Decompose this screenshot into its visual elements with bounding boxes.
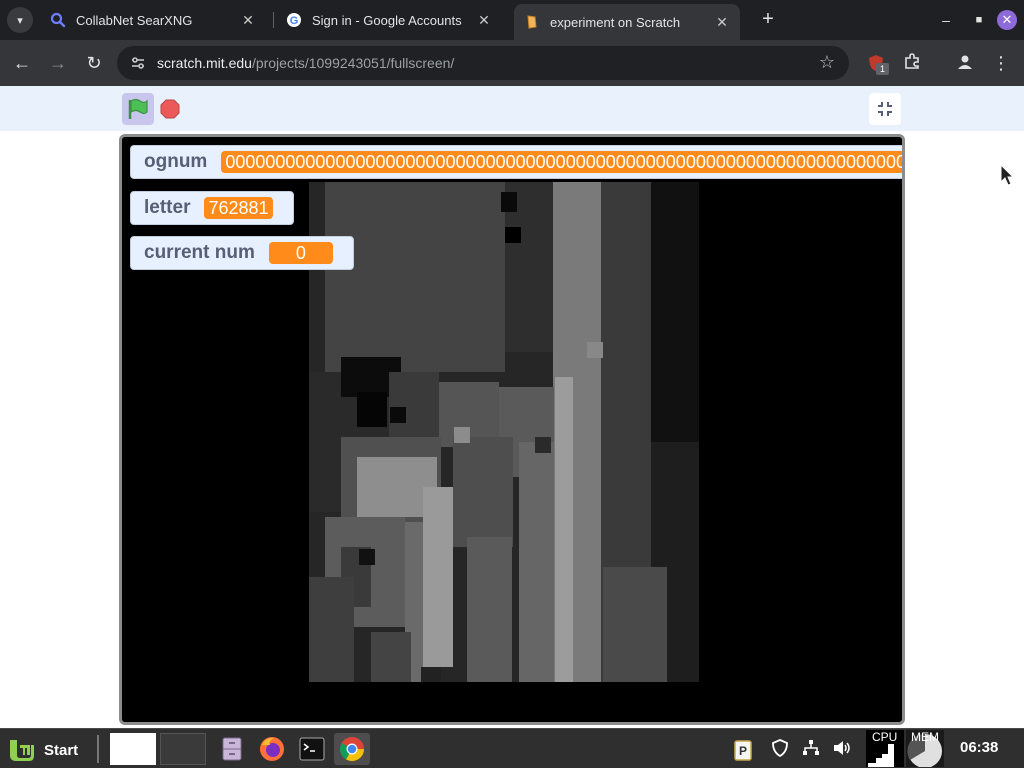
cpu-monitor[interactable]: CPU <box>866 730 904 767</box>
tab-collabnet-searxng[interactable]: CollabNet SearXNG ✕ <box>40 4 266 36</box>
close-icon[interactable]: ✕ <box>714 14 730 30</box>
volume-icon[interactable] <box>832 739 852 759</box>
shield-icon[interactable] <box>770 739 790 759</box>
clipboard-p-icon[interactable]: P <box>733 739 753 761</box>
workspace-2[interactable] <box>160 733 206 765</box>
file-manager-button[interactable] <box>214 733 250 765</box>
monitor-value: 0000000000000000000000000000000000000000… <box>221 151 902 173</box>
taskbar-separator <box>97 735 99 763</box>
tab-title: Sign in - Google Accounts <box>312 12 462 28</box>
forward-button[interactable]: → <box>47 52 69 74</box>
new-tab-button[interactable]: + <box>758 9 778 29</box>
tab-experiment-scratch[interactable]: experiment on Scratch ✕ <box>514 4 740 40</box>
mouse-cursor-icon <box>1000 164 1014 186</box>
profile-icon[interactable] <box>954 52 976 74</box>
monitor-label: ognum <box>144 151 208 172</box>
monitor-current-num[interactable]: current num 0 <box>130 236 354 270</box>
maximize-button[interactable]: ■ <box>969 10 989 30</box>
green-flag-icon <box>128 98 148 119</box>
monitor-letter[interactable]: letter 762881 <box>130 191 294 225</box>
minimize-button[interactable]: – <box>936 10 956 30</box>
firefox-icon <box>260 737 284 761</box>
terminal-icon <box>299 737 325 761</box>
site-info-icon[interactable] <box>129 54 147 72</box>
back-button[interactable]: ← <box>11 52 33 74</box>
stop-button[interactable] <box>160 99 180 119</box>
close-icon[interactable]: ✕ <box>240 12 256 28</box>
monitor-label: letter <box>144 197 191 218</box>
memory-monitor[interactable]: MEM <box>906 730 944 767</box>
exit-fullscreen-button[interactable] <box>869 93 901 125</box>
url-path: /projects/1099243051/fullscreen/ <box>251 55 455 71</box>
window-close-button[interactable]: ✕ <box>997 10 1017 30</box>
address-bar[interactable]: scratch.mit.edu/projects/1099243051/full… <box>117 46 849 80</box>
scratch-stage[interactable]: ognum 0000000000000000000000000000000000… <box>119 134 905 725</box>
exit-fullscreen-icon <box>878 102 892 116</box>
mint-logo-icon <box>10 740 34 761</box>
tab-title: CollabNet SearXNG <box>76 12 193 28</box>
chrome-button[interactable] <box>334 733 370 765</box>
file-cabinet-icon <box>222 737 242 761</box>
terminal-button[interactable] <box>294 733 330 765</box>
close-icon[interactable]: ✕ <box>476 12 492 28</box>
chrome-icon <box>339 737 364 762</box>
url-text[interactable]: scratch.mit.edu/projects/1099243051/full… <box>157 55 454 71</box>
url-host: scratch.mit.edu <box>157 55 252 71</box>
clock: 06:38 <box>960 739 999 756</box>
search-icon <box>50 12 66 28</box>
tab-google-sign-in[interactable]: G Sign in - Google Accounts ✕ <box>276 4 502 36</box>
browser-menu-icon[interactable]: ⋮ <box>990 52 1012 74</box>
extension-badge: 1 <box>876 63 889 75</box>
network-icon[interactable] <box>801 739 821 759</box>
svg-text:G: G <box>290 15 299 27</box>
start-label: Start <box>44 741 79 759</box>
bookmark-star-icon[interactable]: ☆ <box>819 52 835 73</box>
tab-search-button[interactable]: ▾ <box>7 7 33 33</box>
tab-divider <box>273 12 274 28</box>
green-flag-button[interactable] <box>122 93 154 125</box>
mem-label: MEM <box>911 730 939 744</box>
svg-text:P: P <box>739 744 747 758</box>
start-button[interactable]: Start <box>8 737 78 763</box>
scratch-icon <box>524 14 540 30</box>
monitor-value: 762881 <box>204 197 273 219</box>
monitor-label: current num <box>144 242 255 263</box>
reload-button[interactable]: ↻ <box>83 52 105 74</box>
tab-title: experiment on Scratch <box>550 14 681 30</box>
tab-strip: ▾ CollabNet SearXNG ✕ G Sign in - Google… <box>0 0 1024 40</box>
monitor-ognum[interactable]: ognum 0000000000000000000000000000000000… <box>130 145 902 179</box>
monitor-value: 0 <box>268 242 333 264</box>
firefox-button[interactable] <box>254 733 290 765</box>
workspace-1[interactable] <box>110 733 156 765</box>
google-icon: G <box>286 12 302 28</box>
extensions-puzzle-icon[interactable] <box>901 52 923 74</box>
